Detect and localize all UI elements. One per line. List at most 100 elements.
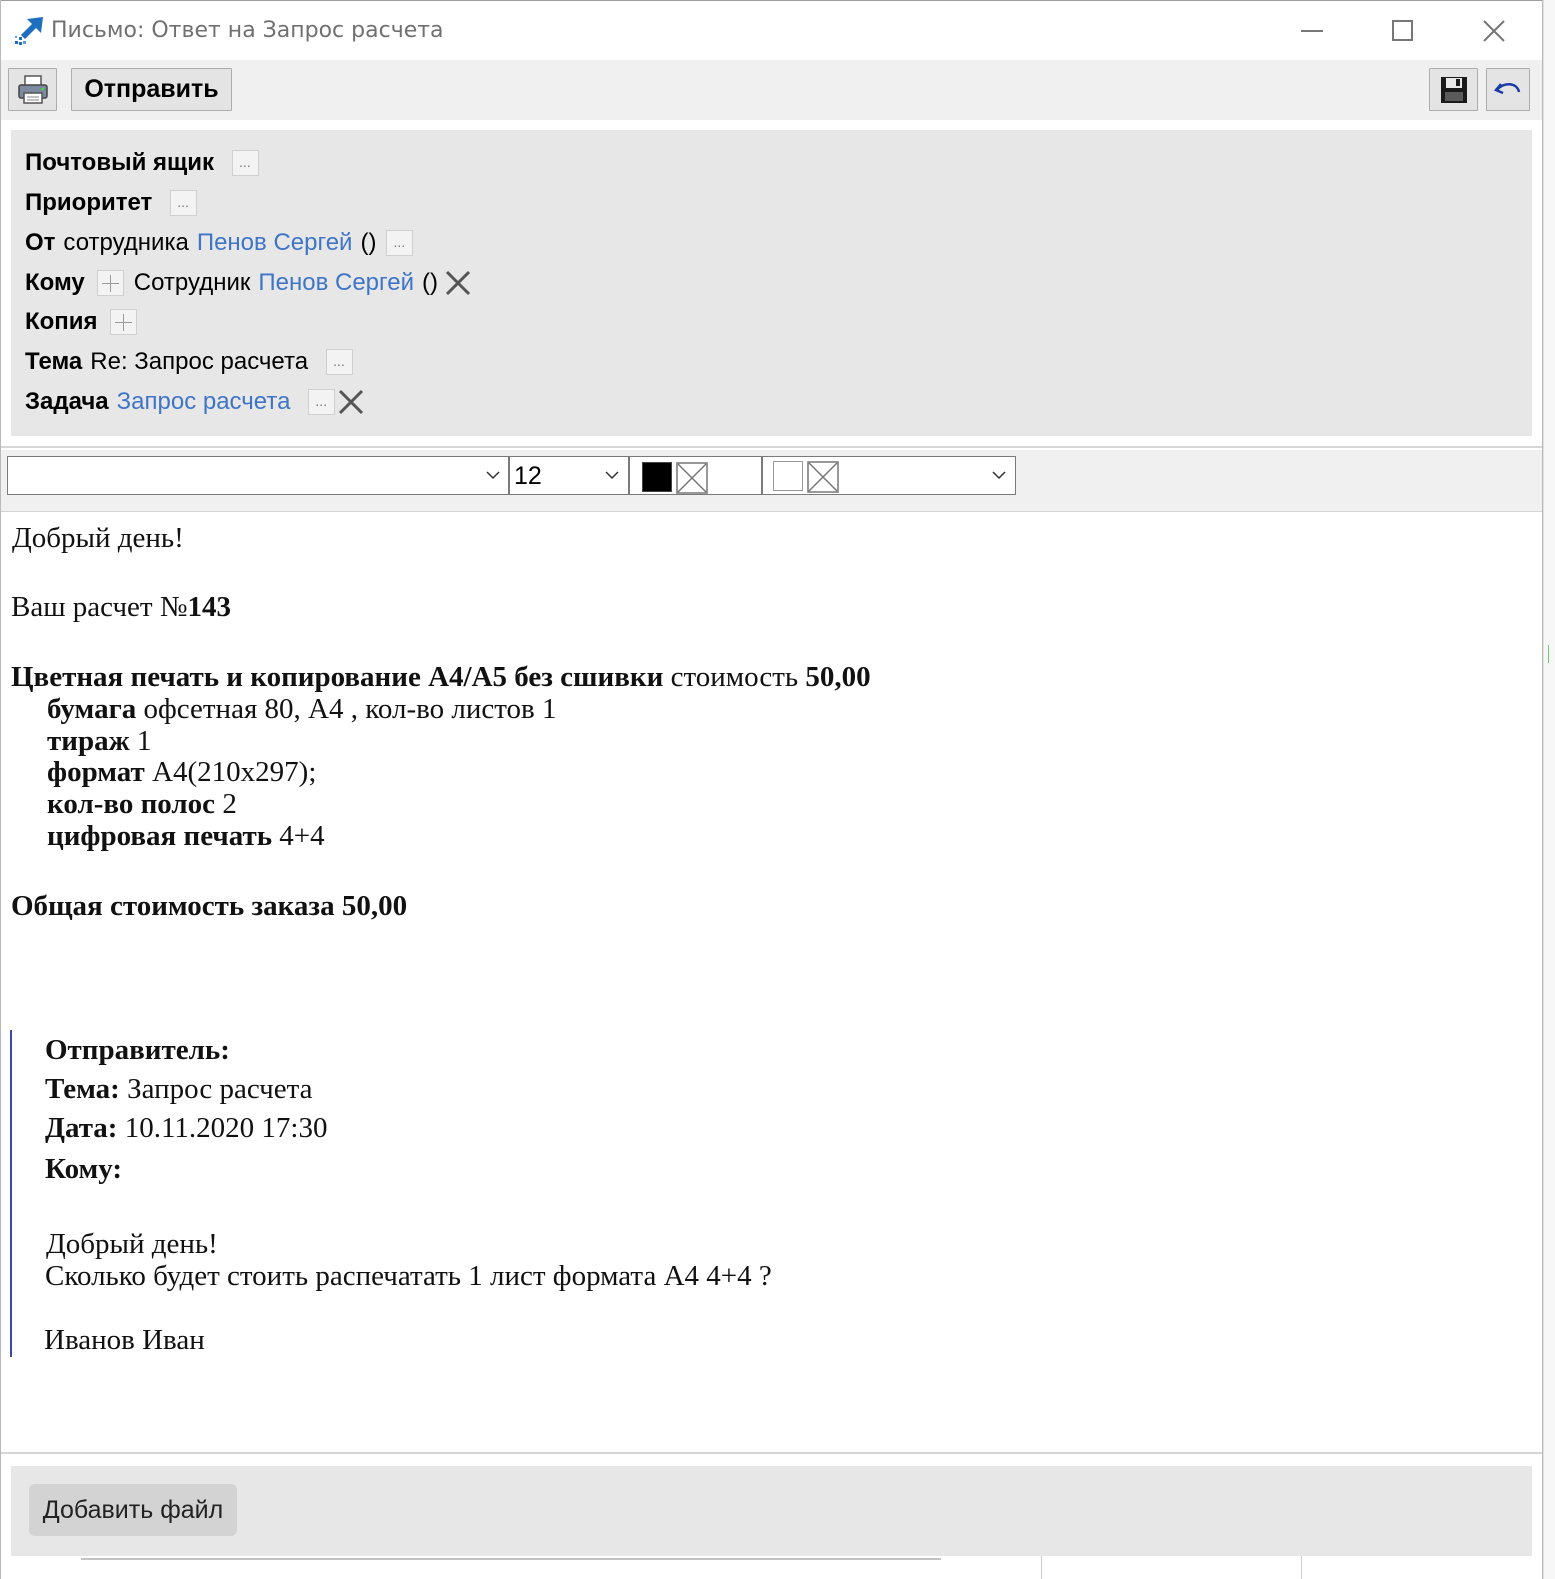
print-value: 4+4	[279, 820, 325, 852]
paper-line: бумага офсетная 80, А4 , кол-во листов 1	[47, 693, 556, 725]
from-select-button[interactable]	[386, 230, 414, 256]
quote-subject-value: Запрос расчета	[127, 1073, 313, 1105]
print-line: цифровая печать 4+4	[47, 820, 325, 852]
text-color-swatch	[642, 462, 672, 492]
priority-label: Приоритет	[25, 189, 153, 216]
undo-button[interactable]	[1486, 68, 1530, 111]
mail-window: Письмо: Ответ на Запрос расчета Отправит…	[0, 0, 1543, 1579]
quote-sender-line: Отправитель:	[45, 1034, 230, 1066]
save-button[interactable]	[1429, 68, 1478, 111]
pages-label: кол-во полос	[47, 788, 216, 820]
minimize-icon[interactable]	[1289, 11, 1335, 51]
add-cc-button[interactable]	[109, 309, 137, 335]
subject-edit-button[interactable]	[326, 349, 354, 375]
task-select-button[interactable]	[308, 389, 336, 415]
background-color-select[interactable]	[762, 456, 1016, 495]
paper-value: офсетная 80, А4 , кол-во листов 1	[143, 693, 557, 725]
quote-signature: Иванов Иван	[44, 1324, 205, 1356]
chevron-down-icon	[992, 471, 1006, 480]
cc-label: Копия	[25, 308, 98, 335]
floppy-disk-icon	[1440, 76, 1467, 103]
subject-row: Тема Re: Запрос расчета	[25, 346, 354, 378]
item-cost: 50,00	[805, 661, 871, 693]
quote-border	[10, 1030, 12, 1357]
total-text: Общая стоимость заказа 50,00	[11, 890, 408, 922]
to-extra: ()	[422, 269, 438, 296]
quote-to-label: Кому:	[45, 1153, 123, 1185]
item-cost-label: стоимость	[670, 661, 799, 693]
divider	[1, 1452, 1542, 1454]
format-label: формат	[47, 756, 145, 788]
from-extra: ()	[360, 229, 377, 256]
priority-select-button[interactable]	[170, 190, 198, 216]
background-window-edge	[1, 1556, 1542, 1579]
calc-number: 143	[187, 591, 232, 623]
window-title: Письмо: Ответ на Запрос расчета	[51, 18, 444, 43]
close-icon[interactable]	[1471, 11, 1517, 51]
remove-recipient-icon[interactable]	[444, 269, 472, 297]
run-value: 1	[136, 725, 152, 757]
format-toolbar: 12	[1, 450, 1542, 512]
mailbox-row: Почтовый ящик	[25, 147, 260, 179]
main-toolbar: Отправить	[1, 60, 1542, 120]
task-row: Задача Запрос расчета	[25, 386, 365, 418]
message-body-editor[interactable]: Добрый день! Ваш расчет №143 Цветная печ…	[1, 512, 1542, 1452]
font-size-select[interactable]: 12	[509, 456, 629, 495]
from-kind: сотрудника	[63, 229, 189, 256]
from-sender-link[interactable]: Пенов Сергей	[197, 229, 353, 257]
quote-sender-label: Отправитель:	[45, 1034, 230, 1066]
chevron-down-icon	[486, 471, 500, 480]
quote-date-value: 10.11.2020 17:30	[124, 1112, 328, 1144]
no-color-icon[interactable]	[676, 462, 708, 494]
calc-line: Ваш расчет №143	[11, 591, 231, 623]
attachments-panel: Добавить файл	[11, 1466, 1532, 1556]
remove-task-icon[interactable]	[337, 388, 365, 416]
message-header-panel: Почтовый ящик Приоритет От сотрудника Пе…	[11, 130, 1532, 436]
title-bar: Письмо: Ответ на Запрос расчета	[1, 0, 1542, 60]
format-line: формат А4(210х297);	[47, 756, 316, 788]
send-button[interactable]: Отправить	[71, 68, 232, 111]
maximize-icon[interactable]	[1379, 11, 1425, 51]
format-value: А4(210х297);	[152, 756, 317, 788]
cc-row: Копия	[25, 306, 137, 338]
chevron-down-icon	[605, 471, 619, 480]
divider	[1, 446, 1542, 448]
add-recipient-button[interactable]	[96, 270, 124, 296]
font-size-value: 12	[514, 462, 542, 490]
from-row: От сотрудника Пенов Сергей ()	[25, 227, 414, 259]
background-window-strip	[1543, 0, 1555, 1579]
quote-subject-label: Тема:	[45, 1073, 120, 1105]
to-row: Кому Сотрудник Пенов Сергей ()	[25, 267, 472, 299]
text-color-select[interactable]	[629, 456, 762, 495]
quote-to-line: Кому:	[45, 1153, 122, 1185]
print-button[interactable]	[8, 68, 57, 111]
quote-line2: Сколько будет стоить распечатать 1 лист …	[45, 1260, 772, 1292]
pages-value: 2	[222, 788, 237, 820]
from-label: От	[25, 229, 56, 256]
quote-line1: Добрый день!	[46, 1228, 218, 1260]
calc-prefix: Ваш расчет №	[11, 591, 188, 623]
to-kind: Сотрудник	[133, 269, 251, 296]
item-line: Цветная печать и копирование А4/А5 без с…	[11, 661, 871, 693]
printer-icon	[17, 74, 48, 104]
to-recipient-link[interactable]: Пенов Сергей	[258, 269, 414, 297]
background-color-swatch	[773, 461, 803, 491]
app-logo-icon	[15, 17, 43, 45]
greeting-text: Добрый день!	[12, 522, 184, 554]
task-link[interactable]: Запрос расчета	[117, 388, 291, 416]
add-file-button[interactable]: Добавить файл	[29, 1484, 237, 1536]
priority-row: Приоритет	[25, 187, 198, 219]
run-label: тираж	[47, 725, 130, 757]
no-color-icon[interactable]	[807, 461, 839, 493]
subject-value: Re: Запрос расчета	[90, 348, 309, 375]
run-line: тираж 1	[47, 725, 151, 757]
font-family-select[interactable]	[7, 456, 509, 495]
pages-line: кол-во полос 2	[47, 788, 237, 820]
undo-arrow-icon	[1493, 82, 1521, 94]
total-line: Общая стоимость заказа 50,00	[11, 890, 407, 922]
mailbox-select-button[interactable]	[232, 150, 260, 176]
to-label: Кому	[25, 269, 85, 296]
subject-label: Тема	[25, 348, 83, 375]
mailbox-label: Почтовый ящик	[25, 149, 215, 176]
task-label: Задача	[25, 388, 109, 415]
